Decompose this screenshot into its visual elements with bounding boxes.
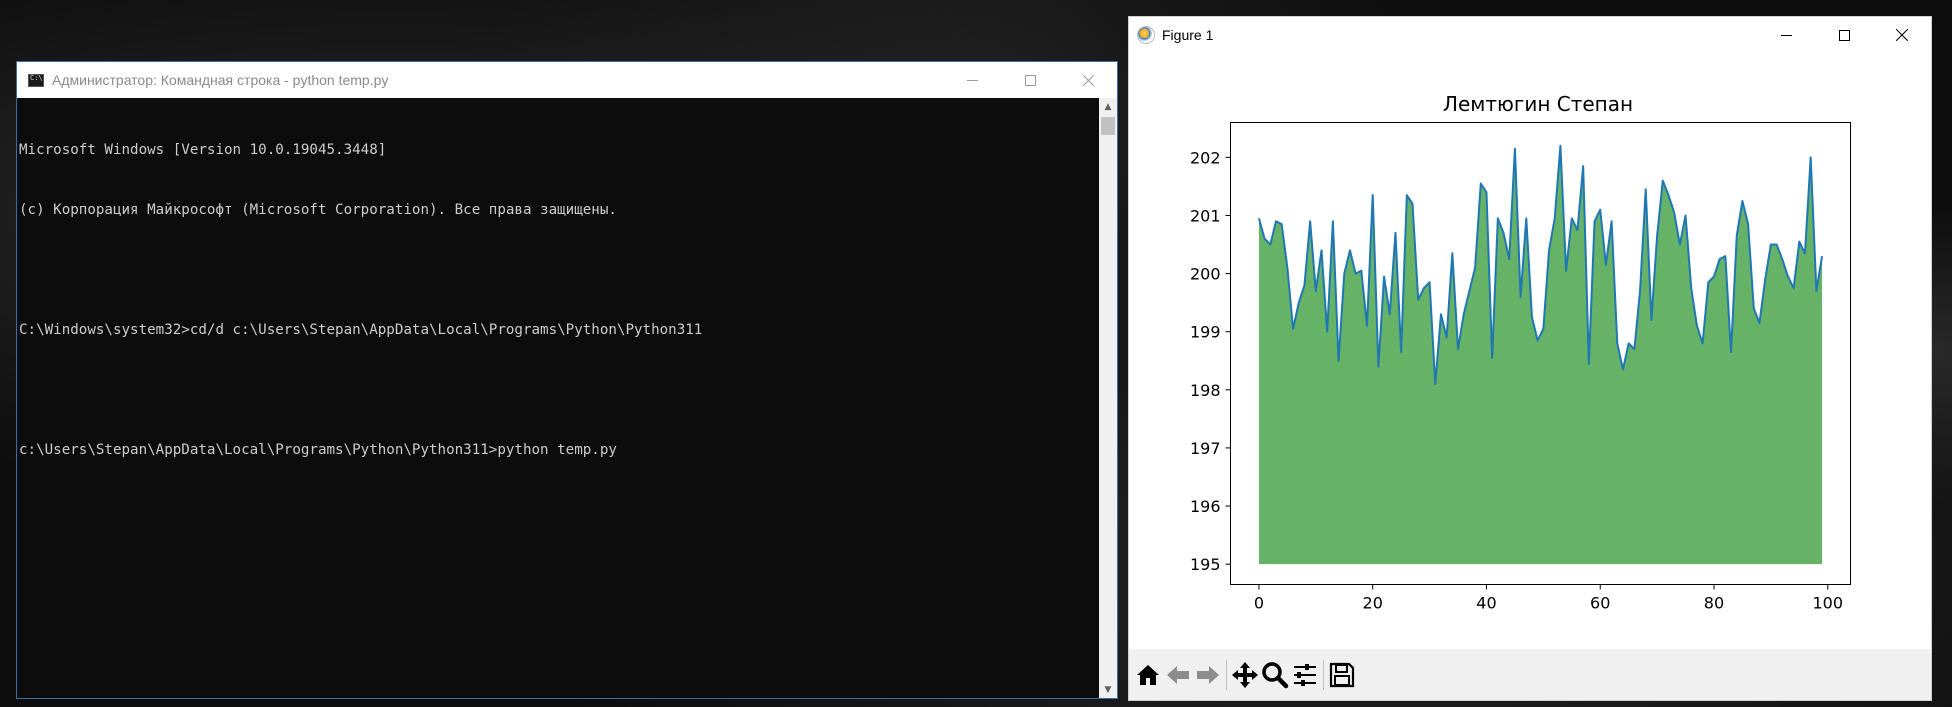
figure-title: Figure 1 (1162, 27, 1214, 43)
x-tick-label: 60 (1590, 594, 1610, 613)
maximize-button[interactable] (1815, 17, 1873, 53)
close-button[interactable] (1873, 17, 1931, 53)
home-icon (1137, 664, 1159, 685)
figure-canvas[interactable]: Лемтюгин Степан 0 20 40 60 80 100 195 196 197 198… (1129, 53, 1931, 650)
y-tick-label: 199 (1190, 323, 1221, 342)
y-tick-label: 202 (1190, 148, 1221, 167)
console-window[interactable]: Администратор: Командная строка - python… (16, 61, 1118, 699)
console-line: Microsoft Windows [Version 10.0.19045.34… (19, 142, 387, 158)
y-tick-label: 196 (1190, 497, 1221, 516)
zoom-button[interactable] (1260, 658, 1290, 692)
y-tick-label: 197 (1190, 439, 1221, 458)
console-line: c:\Users\Stepan\AppData\Local\Programs\P… (19, 442, 617, 458)
console-title-bar[interactable]: Администратор: Командная строка - python… (17, 62, 1117, 98)
console-app-icon (28, 73, 44, 87)
configure-subplots-icon (1294, 663, 1316, 686)
y-tick-label: 201 (1190, 206, 1221, 225)
x-tick-label: 100 (1812, 594, 1843, 613)
scroll-up-arrow-icon[interactable]: ▲ (1099, 98, 1117, 115)
x-tick-label: 40 (1476, 594, 1496, 613)
close-icon (1896, 29, 1908, 41)
scroll-down-arrow-icon[interactable]: ▼ (1099, 681, 1117, 698)
console-scrollbar[interactable]: ▲ ▼ (1099, 98, 1117, 698)
console-line: (c) Корпорация Майкрософт (Microsoft Cor… (19, 202, 617, 218)
toolbar-separator (1226, 659, 1227, 690)
back-button[interactable] (1163, 658, 1193, 692)
maximize-icon (1838, 29, 1850, 41)
console-output[interactable]: Microsoft Windows [Version 10.0.19045.34… (17, 98, 1099, 698)
figure-window[interactable]: Figure 1 Лемтюгин Степан 0 20 40 60 80 100 195… (1128, 16, 1932, 701)
zoom-icon (1262, 661, 1289, 688)
maximize-button[interactable] (1001, 62, 1059, 98)
x-tick-label: 80 (1704, 594, 1724, 613)
y-tick-label: 200 (1190, 265, 1221, 284)
chart[interactable]: Лемтюгин Степан 0 20 40 60 80 100 195 196 197 198… (1129, 53, 1931, 650)
maximize-icon (1024, 74, 1036, 86)
pan-button[interactable] (1230, 658, 1260, 692)
back-icon (1167, 665, 1189, 684)
console-line: C:\Windows\system32>cd/d c:\Users\Stepan… (19, 322, 703, 338)
pan-icon (1232, 661, 1258, 688)
navigation-toolbar (1129, 649, 1931, 700)
minimize-button[interactable] (1757, 17, 1815, 53)
scrollbar-thumb[interactable] (1101, 117, 1115, 135)
close-icon (1082, 74, 1094, 86)
matplotlib-logo-icon (1137, 26, 1155, 44)
save-button[interactable] (1327, 658, 1357, 692)
chart-title: Лемтюгин Степан (1443, 92, 1633, 116)
configure-subplots-button[interactable] (1290, 658, 1320, 692)
y-tick-label: 195 (1190, 555, 1221, 574)
close-button[interactable] (1059, 62, 1117, 98)
x-tick-label: 20 (1363, 594, 1383, 613)
minimize-icon (966, 79, 978, 81)
console-title: Администратор: Командная строка - python… (52, 72, 389, 88)
minimize-button[interactable] (943, 62, 1001, 98)
y-tick-label: 198 (1190, 381, 1221, 400)
area-fill (1258, 145, 1823, 565)
minimize-icon (1780, 34, 1792, 36)
home-button[interactable] (1133, 658, 1163, 692)
forward-icon (1197, 665, 1219, 684)
figure-title-bar[interactable]: Figure 1 (1129, 17, 1931, 53)
x-tick-label: 0 (1254, 594, 1264, 613)
forward-button[interactable] (1193, 658, 1223, 692)
toolbar-separator (1323, 659, 1324, 690)
save-icon (1329, 662, 1355, 687)
